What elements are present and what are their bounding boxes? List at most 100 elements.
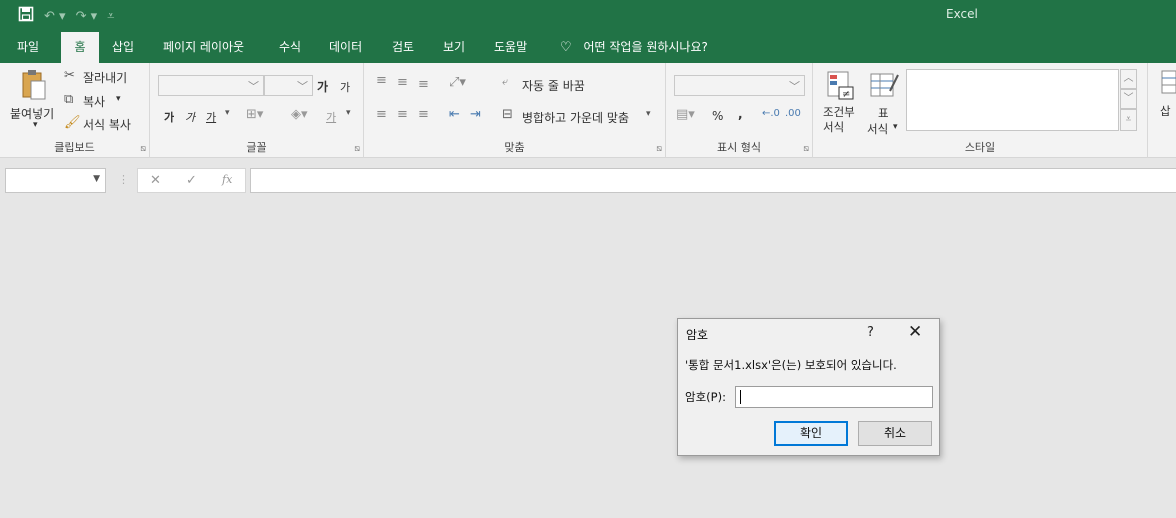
paste-dropdown-icon: ▾ (33, 120, 38, 130)
font-color-dropdown-icon[interactable]: ▾ (346, 108, 351, 118)
tab-formulas[interactable]: 수식 (275, 32, 305, 63)
increase-indent-icon[interactable]: ⇥ (470, 107, 481, 122)
copy-label: 복사 (83, 95, 106, 109)
formula-bar-splitter[interactable]: ⋮ (118, 173, 129, 186)
align-center-icon[interactable]: ≡ (397, 107, 408, 122)
text-caret (740, 390, 741, 404)
lightbulb-icon: ♡ (560, 40, 572, 55)
chevron-down-icon: ﹀ (789, 80, 800, 93)
number-launcher-icon[interactable]: ⧅ (803, 144, 809, 154)
undo-icon[interactable]: ↶ ▾ (44, 9, 66, 24)
save-icon[interactable] (18, 6, 34, 26)
formula-input[interactable] (250, 168, 1176, 193)
format-painter-icon: 🖌 (64, 115, 81, 130)
decrease-indent-icon[interactable]: ⇤ (449, 107, 460, 122)
tell-me-box[interactable]: ♡ 어떤 작업을 원하시나요? (556, 32, 712, 63)
ribbon-tabs: 파일 홈 삽입 페이지 레이아웃 수식 데이터 검토 보기 도움말 ♡ 어떤 작… (0, 32, 1176, 63)
cancel-icon[interactable]: ✕ (150, 173, 161, 188)
cancel-button[interactable]: 취소 (858, 421, 932, 446)
ribbon: 붙여넣기 ▾ ✂ 잘라내기 ⧉ 복사 ▾ 🖌 서식 복사 클립보드 ⧅ ﹀ ﹀ … (0, 63, 1176, 158)
clipboard-group-label: 클립보드 (54, 141, 95, 154)
font-group-label: 글꼴 (246, 141, 267, 154)
password-dialog: 암호 ? ✕ '통합 문서1.xlsx'은(는) 보호되어 있습니다. 암호(P… (677, 318, 940, 456)
merge-dropdown-icon[interactable]: ▾ (646, 109, 651, 119)
app-title: Excel (946, 7, 978, 21)
format-painter-label: 서식 복사 (83, 118, 131, 132)
formula-buttons: ✕ ✓ fx (137, 168, 246, 193)
merge-icon: ⊟ (502, 107, 513, 122)
cut-label: 잘라내기 (83, 71, 128, 85)
clipboard-launcher-icon[interactable]: ⧅ (140, 144, 146, 154)
tab-file[interactable]: 파일 (13, 32, 43, 63)
conditional-formatting-button[interactable]: ≠ 조건부 서식 (819, 69, 863, 137)
number-group-label: 표시 형식 (717, 141, 761, 154)
align-left-icon[interactable]: ≡ (376, 107, 387, 122)
redo-icon[interactable]: ↷ ▾ (76, 9, 98, 24)
insert-function-icon[interactable]: fx (222, 173, 232, 186)
align-top-icon[interactable]: ≡ (376, 73, 387, 88)
grow-font-button[interactable]: 가 (317, 78, 328, 95)
align-right-icon[interactable]: ≡ (418, 107, 429, 122)
bold-button[interactable]: 가 (164, 109, 174, 125)
gallery-up-icon[interactable]: ︿ (1120, 69, 1137, 89)
comma-button[interactable]: , (738, 107, 743, 121)
customize-icon[interactable]: ⩡ (107, 9, 114, 24)
decrease-decimal-icon[interactable]: .00 (785, 108, 801, 119)
tab-review[interactable]: 검토 (388, 32, 418, 63)
tab-data[interactable]: 데이터 (325, 32, 366, 63)
alignment-launcher-icon[interactable]: ⧅ (656, 144, 662, 154)
password-label: 암호(P): (685, 390, 726, 404)
align-bottom-icon[interactable]: ≡ (418, 77, 429, 92)
tell-me-label: 어떤 작업을 원하시나요? (583, 40, 708, 54)
increase-decimal-icon[interactable]: ←.0 (762, 108, 780, 119)
gallery-more-icon[interactable]: ⩡ (1120, 109, 1137, 131)
font-launcher-icon[interactable]: ⧅ (354, 144, 360, 154)
underline-button[interactable]: 가 (206, 109, 216, 125)
shrink-font-button[interactable]: 가 (340, 79, 350, 95)
italic-button[interactable]: 가 (185, 109, 195, 125)
paste-button[interactable]: 붙여넣기 ▾ (8, 67, 58, 135)
scissors-icon: ✂ (64, 68, 75, 83)
wrap-text-button[interactable]: 자동 줄 바꿈 (522, 77, 585, 94)
close-icon[interactable]: ✕ (908, 322, 922, 342)
cell-styles-gallery[interactable] (906, 69, 1119, 131)
font-size-dropdown[interactable]: ﹀ (264, 75, 313, 96)
styles-group-label: 스타일 (964, 141, 996, 154)
format-as-table-button[interactable]: 표 서식 ▾ (866, 69, 902, 137)
underline-dropdown-icon[interactable]: ▾ (225, 108, 230, 118)
tab-page-layout[interactable]: 페이지 레이아웃 (159, 32, 248, 63)
protected-message: '통합 문서1.xlsx'은(는) 보호되어 있습니다. (685, 358, 897, 372)
tab-help[interactable]: 도움말 (490, 32, 531, 63)
clipboard-group: 붙여넣기 ▾ ✂ 잘라내기 ⧉ 복사 ▾ 🖌 서식 복사 클립보드 ⧅ (0, 63, 150, 158)
chevron-down-icon: ﹀ (248, 80, 259, 93)
help-icon[interactable]: ? (867, 325, 874, 340)
chevron-down-icon: ﹀ (297, 80, 308, 93)
tab-insert[interactable]: 삽입 (108, 32, 138, 63)
gallery-down-icon[interactable]: ﹀ (1120, 89, 1137, 109)
percent-button[interactable]: % (712, 109, 723, 123)
font-color-button[interactable]: 가 (326, 109, 336, 125)
number-format-dropdown[interactable]: ﹀ (674, 75, 805, 96)
conditional-formatting-label: 조건부 서식 (823, 105, 855, 134)
tab-home[interactable]: 홈 (61, 32, 99, 63)
quick-access-toolbar: ↶ ▾ ↷ ▾ ⩡ (18, 6, 114, 26)
font-name-dropdown[interactable]: ﹀ (158, 75, 264, 96)
chevron-down-icon[interactable]: ▼ (93, 174, 100, 184)
password-field[interactable] (735, 386, 933, 408)
currency-icon[interactable]: ▤▾ (676, 107, 695, 122)
enter-icon[interactable]: ✓ (186, 173, 197, 188)
clipboard-icon (22, 70, 46, 100)
merge-center-button[interactable]: 병합하고 가운데 맞춤 (522, 109, 629, 126)
table-dropdown-icon: ▾ (893, 122, 898, 132)
alignment-group-label: 맞춤 (504, 141, 525, 154)
borders-icon[interactable]: ⊞▾ (246, 107, 263, 122)
tab-view[interactable]: 보기 (439, 32, 469, 63)
alignment-group: ≡ ≡ ≡ ⤢▾ ⤶ 자동 줄 바꿈 ≡ ≡ ≡ ⇤ ⇥ ⊟ 병합하고 가운데 … (364, 63, 666, 158)
insert-cells-button[interactable]: 삽 (1160, 69, 1176, 129)
fill-color-icon[interactable]: ◈▾ (291, 107, 308, 122)
name-box[interactable]: ▼ (5, 168, 106, 193)
ok-button[interactable]: 확인 (774, 421, 848, 446)
copy-icon: ⧉ (64, 92, 74, 107)
orientation-icon[interactable]: ⤢▾ (449, 75, 466, 90)
align-middle-icon[interactable]: ≡ (397, 75, 408, 90)
